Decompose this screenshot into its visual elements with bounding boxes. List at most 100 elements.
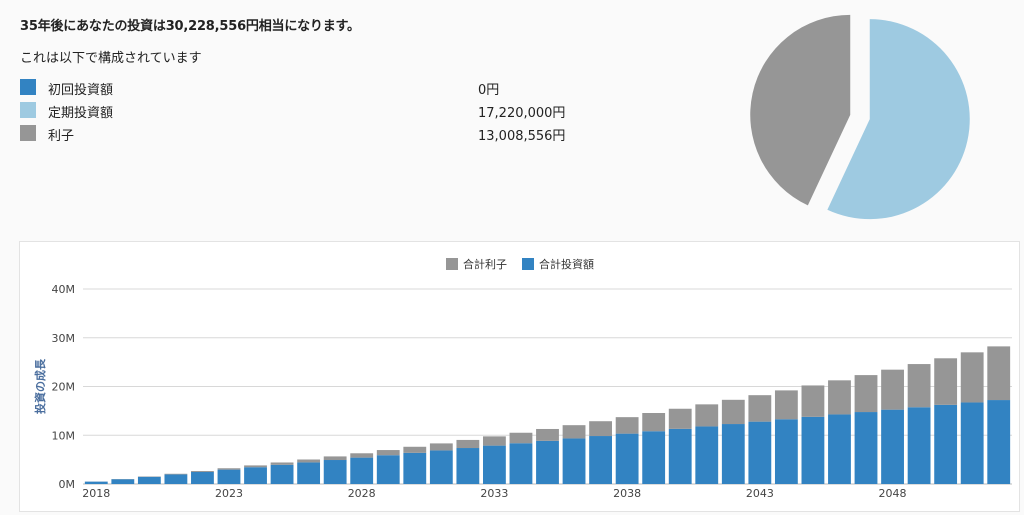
x-tick-label: 2043 (746, 487, 774, 500)
bar-investment-2046 (828, 414, 851, 484)
bar-investment-2032 (456, 448, 480, 484)
bar-investment-2041 (695, 426, 719, 484)
growth-bar-chart: 0M 10M 20M 30M 40M 投資の成長 2018 2023 2028 2033 2038 2… (33, 257, 1012, 500)
x-tick-label: 2033 (480, 487, 508, 500)
legend-label-0: 合計利子 (463, 257, 507, 271)
bar-investment-2030 (403, 452, 427, 484)
initial-investment-swatch (20, 79, 36, 95)
bar-interest-2036 (562, 425, 586, 439)
bar-interest-2025 (270, 462, 294, 465)
regular-investment-label: 定期投資額 (48, 106, 114, 121)
bar-investment-2018 (84, 481, 108, 484)
bar-investment-2026 (297, 462, 321, 484)
x-tick-label: 2028 (348, 487, 376, 500)
bar-interest-2048 (881, 369, 904, 410)
bar-interest-2045 (801, 385, 825, 417)
bar-interest-2047 (854, 375, 878, 413)
bar-investment-2048 (881, 409, 904, 484)
y-tick-label: 10M (52, 429, 76, 442)
bar-interest-2046 (828, 380, 851, 415)
initial-investment-value: 0円 (478, 83, 500, 98)
summary-title: 35年後にあなたの投資は30,228,556円相当になります。 (20, 19, 360, 34)
bar-investment-2043 (748, 421, 772, 484)
breakdown-row-interest: 利子 13,008,556円 (20, 123, 580, 144)
bar-interest-2030 (403, 446, 427, 453)
bar-interest-2034 (509, 432, 533, 444)
bar-investment-2025 (270, 464, 294, 484)
bar-interest-2041 (695, 404, 719, 427)
bar-investment-2038 (615, 433, 639, 484)
bar-investment-2020 (137, 476, 161, 484)
bar-investment-2021 (164, 474, 188, 484)
bar-investment-2039 (642, 431, 666, 484)
bar-interest-2033 (483, 436, 506, 446)
breakdown-heading: これは以下で構成されています (20, 51, 202, 66)
x-tick-label: 2018 (82, 487, 110, 500)
pie-slice-2 (750, 14, 851, 206)
bar-interest-2029 (376, 450, 400, 456)
regular-investment-value: 17,220,000円 (478, 106, 566, 121)
bar-interest-2031 (429, 443, 453, 451)
breakdown-row-regular: 定期投資額 17,220,000円 (20, 100, 580, 121)
bar-investment-2047 (854, 412, 878, 484)
bar-investment-2023 (217, 469, 241, 484)
bar-interest-2040 (668, 408, 692, 429)
bar-investment-2028 (350, 457, 374, 484)
interest-value: 13,008,556円 (478, 129, 566, 144)
bar-investment-2031 (429, 450, 453, 484)
legend-label-1: 合計投資額 (539, 257, 594, 271)
bar-investment-2027 (323, 460, 347, 484)
bar-interest-2044 (774, 390, 798, 420)
y-tick-label: 0M (59, 478, 76, 491)
bar-interest-2023 (217, 468, 241, 470)
bar-investment-2037 (589, 436, 612, 484)
bar-investment-2042 (721, 424, 745, 484)
bar-interest-2049 (907, 364, 931, 408)
bar-investment-2051 (960, 402, 984, 484)
interest-swatch (20, 125, 36, 141)
breakdown-row-initial: 初回投資額 0円 (20, 77, 580, 98)
bar-investment-2049 (907, 407, 931, 484)
x-tick-label: 2038 (613, 487, 641, 500)
bar-investment-2024 (244, 467, 267, 484)
bar-interest-2038 (615, 417, 639, 434)
bar-investment-2035 (536, 440, 559, 484)
legend-swatch-0 (446, 258, 458, 270)
bar-investment-2040 (668, 428, 692, 484)
bar-investment-2052 (987, 400, 1011, 484)
x-tick-label: 2048 (879, 487, 907, 500)
bar-interest-2035 (536, 428, 559, 441)
bar-interest-2024 (244, 465, 267, 468)
bar-investment-2045 (801, 416, 825, 484)
bar-investment-2022 (191, 472, 214, 484)
x-tick-label: 2023 (215, 487, 243, 500)
regular-investment-swatch (20, 102, 36, 118)
bar-investment-2044 (774, 419, 798, 484)
bar-investment-2034 (509, 443, 533, 484)
bar-interest-2043 (748, 395, 772, 422)
interest-label: 利子 (48, 129, 75, 144)
bar-investment-2050 (934, 404, 958, 484)
bar-interest-2039 (642, 413, 666, 432)
composition-pie-chart (750, 14, 970, 220)
bar-interest-2026 (297, 459, 321, 463)
bar-interest-2051 (960, 352, 984, 403)
bar-investment-2019 (111, 479, 135, 484)
bar-interest-2042 (721, 399, 745, 425)
bar-investment-2036 (562, 438, 586, 484)
bar-interest-2021 (164, 473, 188, 475)
bar-interest-2022 (191, 471, 214, 473)
initial-investment-label: 初回投資額 (48, 83, 114, 98)
growth-chart-panel: 0M 10M 20M 30M 40M 投資の成長 2018 2023 2028 2033 2038 2… (19, 241, 1020, 512)
bar-investment-2029 (376, 455, 400, 484)
bar-interest-2032 (456, 439, 480, 449)
legend-swatch-1 (522, 258, 534, 270)
bar-interest-2027 (323, 456, 347, 461)
y-axis-label: 投資の成長 (33, 358, 47, 414)
y-tick-label: 30M (52, 332, 76, 345)
y-tick-label: 20M (52, 381, 76, 394)
bar-interest-2037 (589, 421, 612, 437)
bar-interest-2050 (934, 358, 958, 405)
bar-interest-2028 (350, 453, 374, 458)
bar-investment-2033 (483, 445, 506, 484)
